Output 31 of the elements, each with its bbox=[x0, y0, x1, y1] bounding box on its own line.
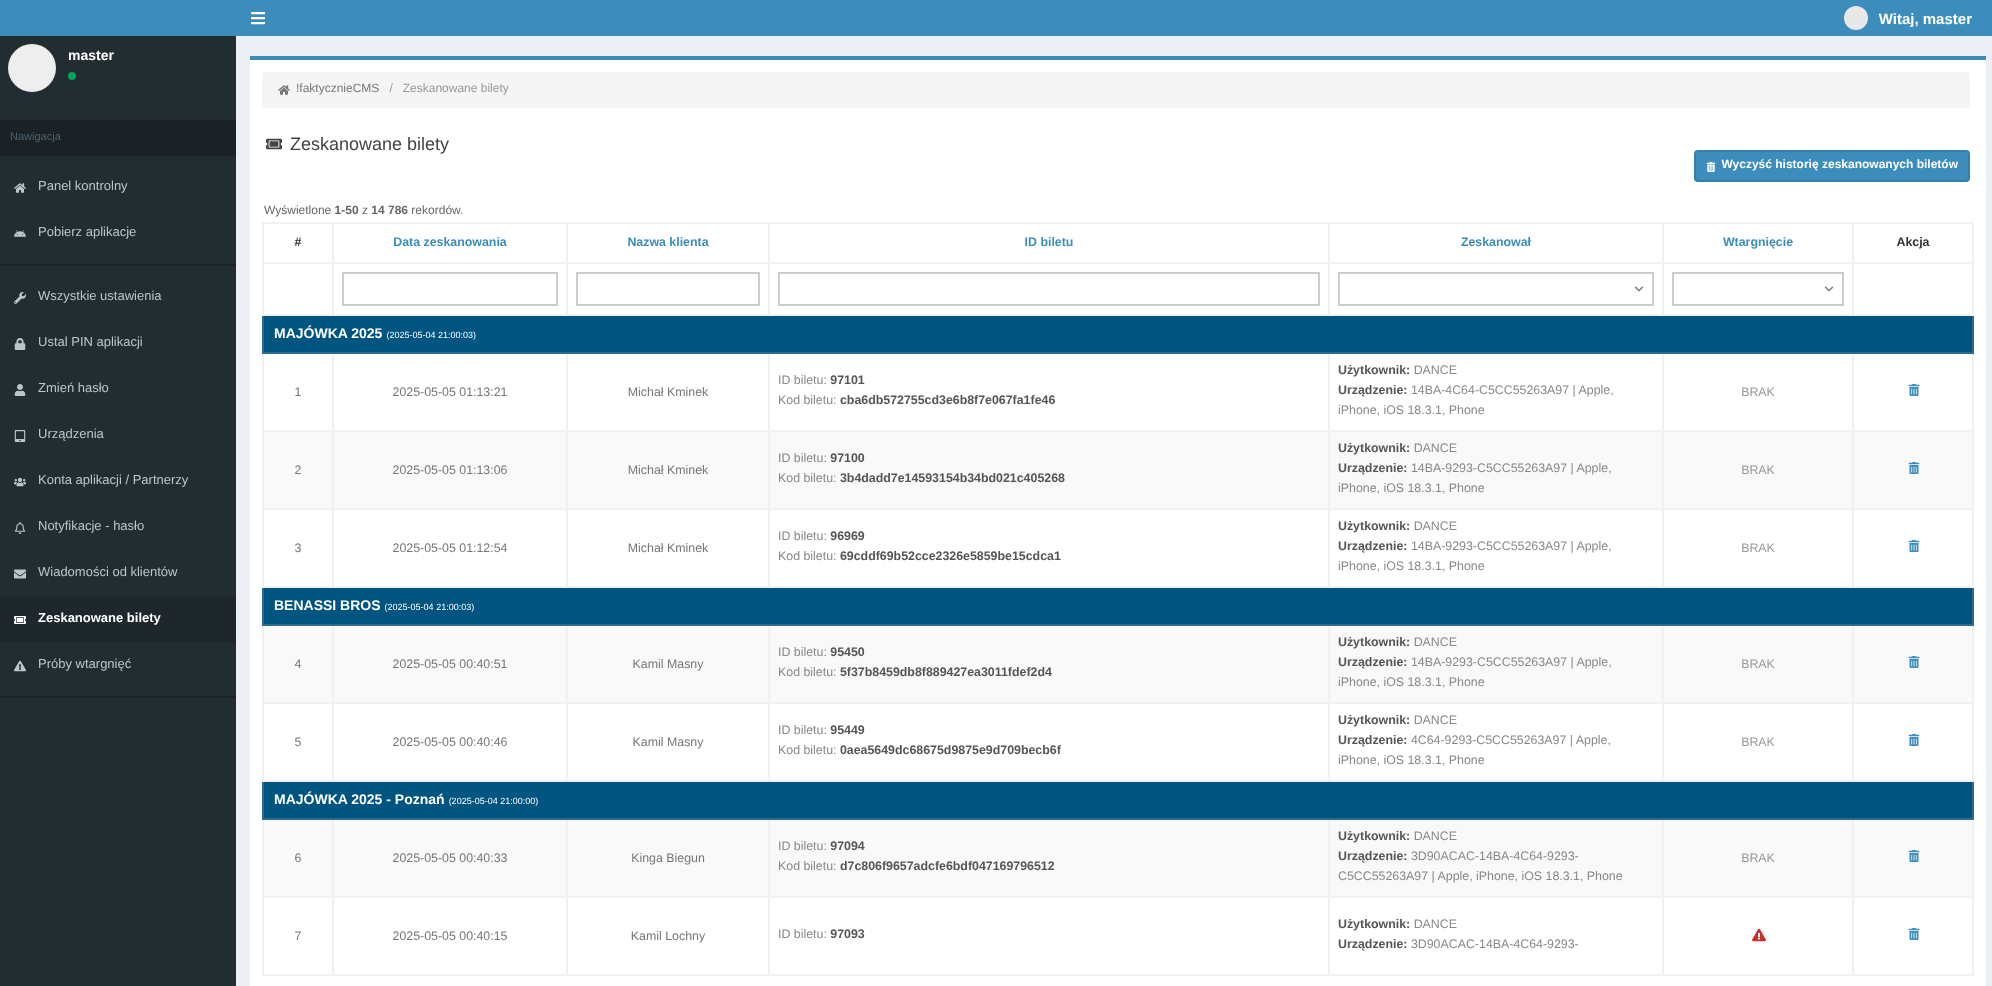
delete-icon[interactable] bbox=[1907, 384, 1919, 396]
users-icon bbox=[14, 475, 26, 487]
avatar-icon bbox=[8, 44, 56, 92]
filter-field[interactable] bbox=[342, 272, 558, 306]
wrench-icon bbox=[14, 291, 26, 303]
chevron-down-icon bbox=[1634, 284, 1644, 294]
delete-icon[interactable] bbox=[1907, 656, 1919, 668]
delete-icon[interactable] bbox=[1907, 462, 1919, 474]
bell-icon bbox=[14, 521, 26, 533]
warning-icon bbox=[14, 659, 26, 671]
avatar-icon bbox=[1844, 6, 1869, 30]
delete-icon[interactable] bbox=[1907, 850, 1919, 862]
lock-icon bbox=[14, 337, 26, 349]
delete-icon[interactable] bbox=[1907, 928, 1919, 940]
envelope-icon bbox=[14, 567, 26, 579]
android-icon bbox=[14, 227, 26, 239]
delete-icon[interactable] bbox=[1907, 540, 1919, 552]
delete-icon[interactable] bbox=[1907, 734, 1919, 746]
tablet-icon bbox=[14, 429, 26, 441]
menu-icon[interactable] bbox=[250, 10, 266, 26]
filter-field[interactable] bbox=[778, 272, 1320, 306]
chevron-down-icon bbox=[1824, 284, 1834, 294]
home-icon bbox=[14, 181, 26, 193]
ticket-icon bbox=[266, 136, 282, 152]
trash-icon bbox=[1705, 161, 1716, 171]
ticket-icon bbox=[14, 613, 26, 625]
home-icon bbox=[278, 84, 290, 96]
filter-field[interactable] bbox=[576, 272, 760, 306]
user-icon bbox=[14, 383, 26, 395]
warning-icon bbox=[1751, 927, 1765, 941]
page-title: Zeskanowane bilety bbox=[290, 134, 450, 154]
